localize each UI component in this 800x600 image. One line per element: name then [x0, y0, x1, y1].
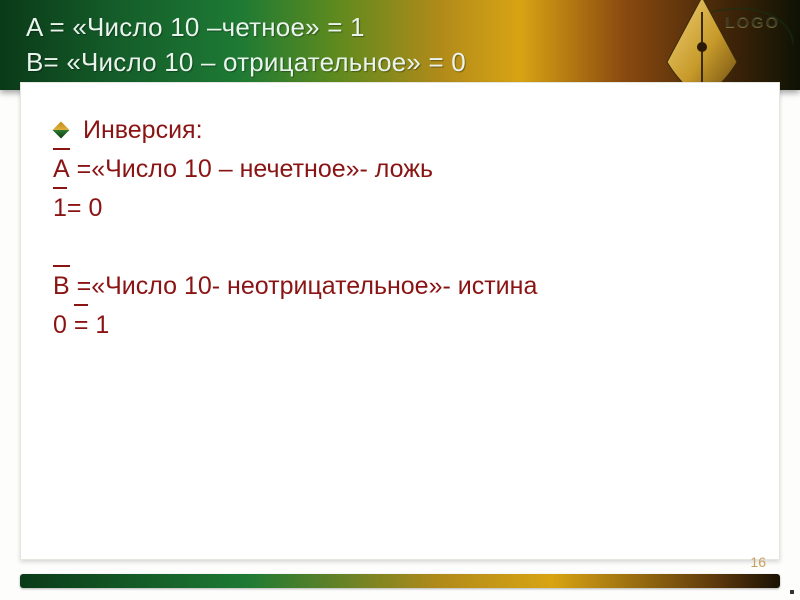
- bullet-inversion: Инверсия:: [53, 111, 747, 150]
- eq2-right: 1: [88, 311, 109, 339]
- footer-bar: [20, 574, 780, 588]
- blank-spacer: [53, 227, 747, 267]
- var-a-overline: A: [53, 150, 70, 189]
- content-box: Инверсия: A =«Число 10 – нечетное»- ложь…: [20, 82, 780, 560]
- slide-header: LOGO A = «Число 10 –четное» = 1 B= «Числ…: [0, 0, 800, 90]
- logo-text: LOGO: [725, 14, 780, 32]
- var-b-overline: B: [53, 267, 70, 306]
- eq2-mid-overline: =: [74, 306, 89, 345]
- title-line-1: A = «Число 10 –четное» = 1: [26, 10, 780, 45]
- line-a-negation: A =«Число 10 – нечетное»- ложь: [53, 150, 747, 189]
- title-line-2: B= «Число 10 – отрицательное» = 0: [26, 45, 780, 80]
- page-number: 16: [750, 554, 766, 570]
- diamond-bullet-icon: [53, 122, 70, 139]
- slide-title: A = «Число 10 –четное» = 1 B= «Число 10 …: [0, 0, 800, 80]
- line-a-text: =«Число 10 – нечетное»- ложь: [70, 155, 433, 183]
- line-b-text: =«Число 10- неотрицательное»- истина: [70, 272, 538, 300]
- bullet-text: Инверсия:: [83, 111, 203, 150]
- line-eq-2: 0 = 1: [53, 306, 747, 345]
- eq2-left: 0: [53, 311, 74, 339]
- slide: LOGO A = «Число 10 –четное» = 1 B= «Числ…: [0, 0, 800, 600]
- eq1-left-overline: 1: [53, 189, 67, 228]
- line-eq-1: 1= 0: [53, 189, 747, 228]
- eq1-right: 0: [82, 194, 103, 222]
- corner-dot: [790, 590, 794, 594]
- line-b-negation: B =«Число 10- неотрицательное»- истина: [53, 267, 747, 306]
